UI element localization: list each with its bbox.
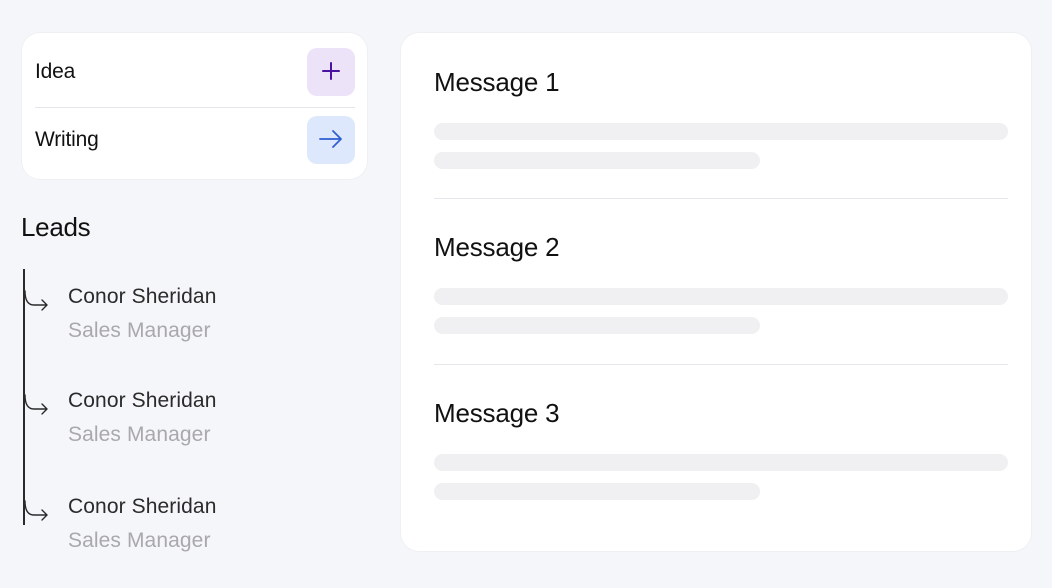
message-title: Message 1 [434, 67, 560, 97]
action-row-idea[interactable]: Idea [35, 47, 355, 97]
lead-name: Conor Sheridan [68, 285, 217, 308]
branch-arrow-icon [24, 499, 50, 534]
leads-list: Conor Sheridan Sales Manager Conor Sheri… [22, 269, 362, 552]
go-writing-button[interactable] [307, 116, 355, 164]
message-title: Message 2 [434, 232, 560, 262]
skeleton-line [434, 288, 1008, 305]
message-divider [434, 364, 1008, 365]
lead-item[interactable]: Conor Sheridan Sales Manager [22, 383, 362, 457]
lead-item[interactable]: Conor Sheridan Sales Manager [22, 279, 362, 353]
lead-name: Conor Sheridan [68, 495, 217, 518]
leads-title: Leads [21, 212, 91, 242]
skeleton-line [434, 123, 1008, 140]
action-card: Idea Writing [22, 33, 367, 179]
action-divider [35, 107, 355, 108]
action-row-writing[interactable]: Writing [35, 115, 355, 165]
lead-role: Sales Manager [68, 319, 211, 342]
branch-arrow-icon [24, 289, 50, 324]
plus-icon [321, 61, 341, 84]
skeleton-line [434, 152, 760, 169]
action-label-writing: Writing [35, 128, 99, 151]
lead-name: Conor Sheridan [68, 389, 217, 412]
action-label-idea: Idea [35, 60, 76, 83]
arrow-right-icon [318, 129, 344, 152]
skeleton-line [434, 454, 1008, 471]
add-idea-button[interactable] [307, 48, 355, 96]
messages-panel: Message 1 Message 2 Message 3 [401, 33, 1031, 551]
skeleton-line [434, 483, 760, 500]
message-divider [434, 198, 1008, 199]
lead-role: Sales Manager [68, 423, 211, 446]
lead-item[interactable]: Conor Sheridan Sales Manager [22, 489, 362, 563]
skeleton-line [434, 317, 760, 334]
message-title: Message 3 [434, 398, 560, 428]
branch-arrow-icon [24, 393, 50, 428]
lead-role: Sales Manager [68, 529, 211, 552]
